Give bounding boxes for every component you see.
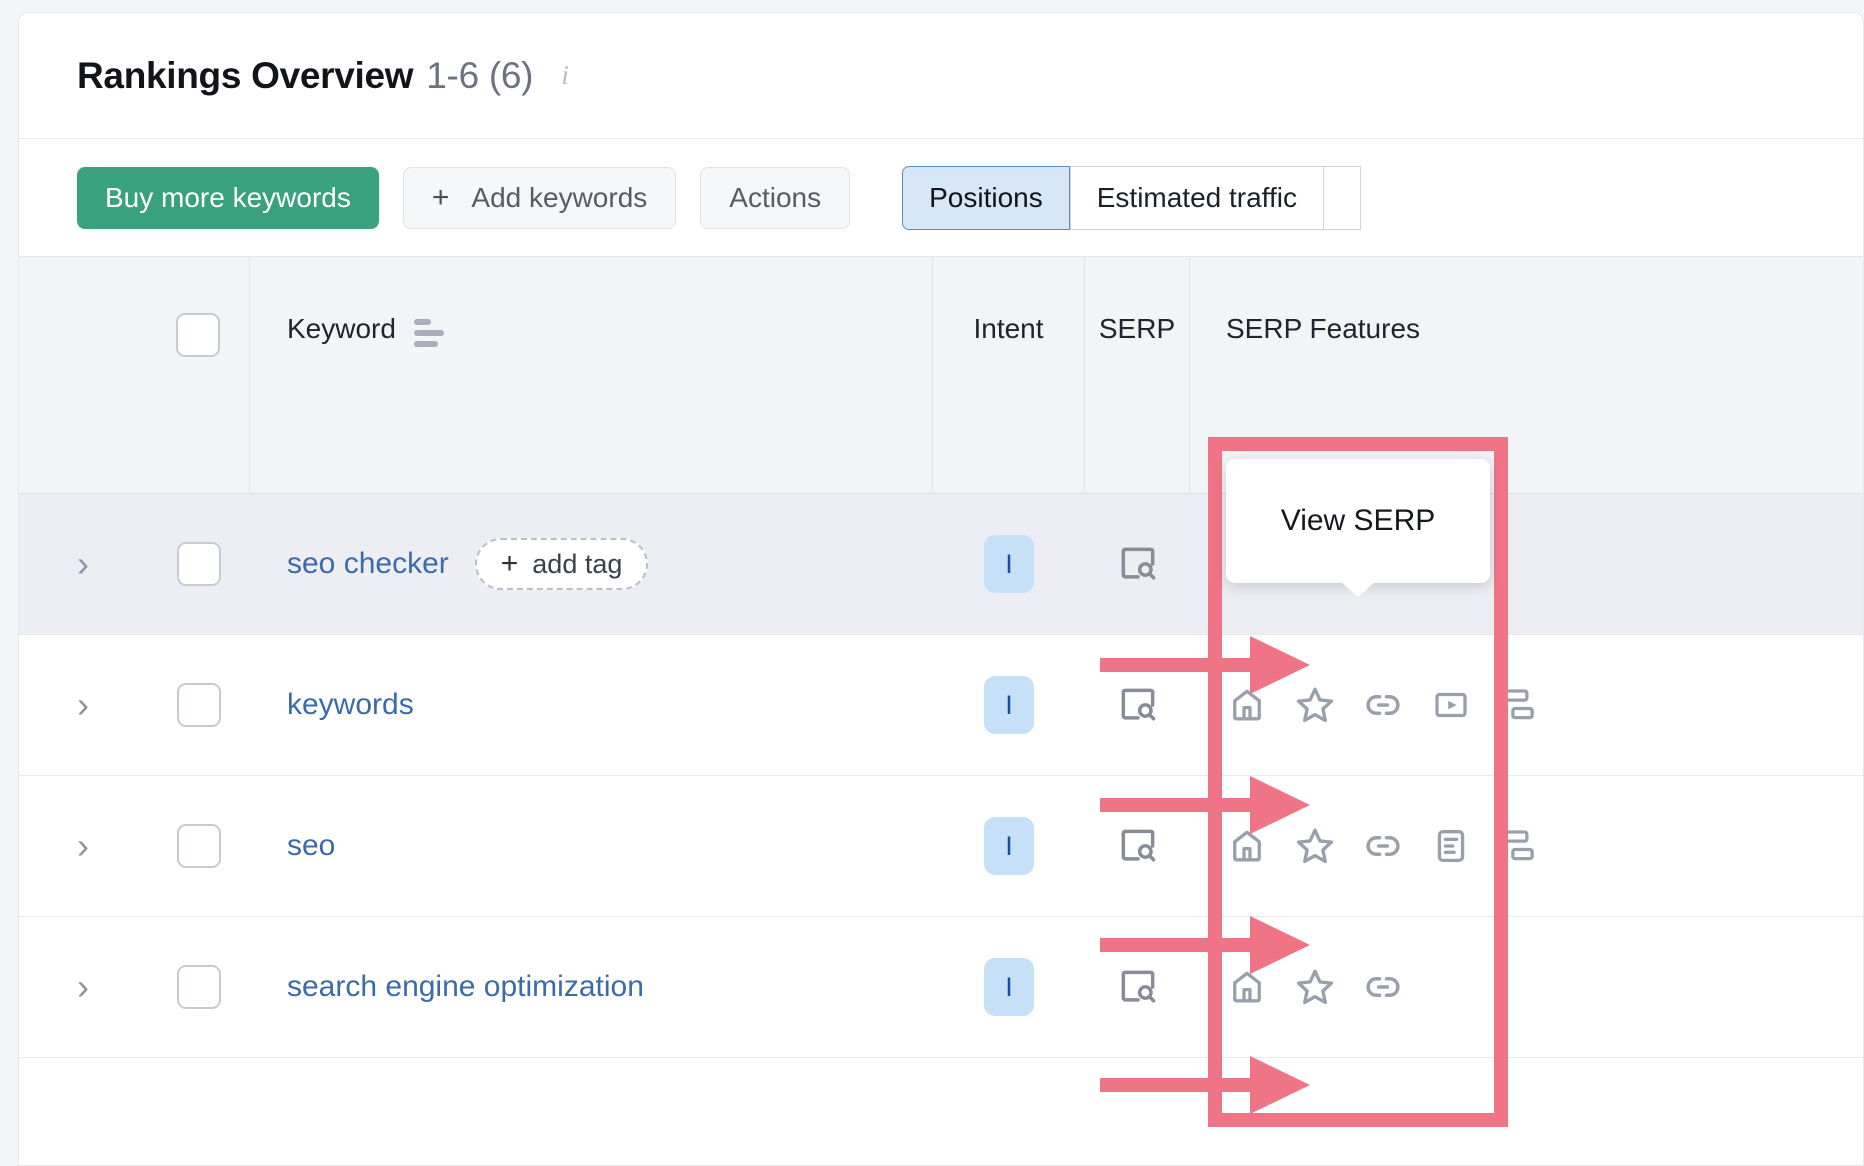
row-checkbox-cell [147,494,250,634]
th-serp-features[interactable]: SERP Features [1190,257,1690,493]
row-checkbox-cell [147,635,250,775]
knowledge-panel-icon[interactable] [1226,825,1268,867]
keyword-link[interactable]: keywords [287,688,414,722]
card-header: Rankings Overview 1-6 (6) i [19,13,1863,139]
row-intent-cell: I [933,776,1085,916]
row-checkbox[interactable] [176,542,221,586]
serp-preview-icon[interactable] [1116,683,1160,727]
rankings-overview-card: Rankings Overview 1-6 (6) i Buy more key… [18,12,1864,1166]
th-keyword[interactable]: Keyword [250,257,933,493]
row-expander-cell: › [19,635,147,775]
page-title-count: 1-6 (6) [426,54,534,96]
actions-button[interactable]: Actions [700,166,851,229]
serp-preview-icon[interactable] [1116,824,1160,868]
row-checkbox[interactable] [176,683,221,727]
row-expander-cell: › [19,776,147,916]
row-checkbox-cell [147,917,250,1057]
add-keywords-label: Add keywords [471,181,648,213]
row-serp-features-cell [1190,776,1863,916]
keyword-link[interactable]: seo [287,829,335,863]
link-icon[interactable] [1362,684,1404,726]
row-keyword-cell: seo checker + add tag [250,494,933,634]
row-serp-cell [1085,635,1190,775]
view-serp-tooltip: View SERP [1226,459,1490,583]
row-checkbox[interactable] [176,965,221,1009]
chevron-right-icon[interactable]: › [73,828,93,864]
table-body: › seo checker + add tag I › keywords I ›… [19,494,1863,1058]
th-keyword-label: Keyword [287,313,396,344]
chevron-right-icon[interactable]: › [73,546,93,582]
knowledge-panel-icon[interactable] [1226,684,1268,726]
table-row[interactable]: › seo I [19,776,1863,917]
image-pack-icon[interactable] [1430,825,1472,867]
select-all-checkbox[interactable] [176,313,220,357]
th-expander [19,257,147,493]
th-intent[interactable]: Intent [933,257,1085,493]
row-serp-cell [1085,776,1190,916]
serp-preview-icon[interactable] [1116,965,1160,1009]
row-expander-cell: › [19,917,147,1057]
row-serp-cell [1085,917,1190,1057]
add-keywords-button[interactable]: + Add keywords [402,166,677,229]
row-checkbox-cell [147,776,250,916]
sitelinks-icon[interactable] [1498,825,1540,867]
intent-badge[interactable]: I [984,535,1034,593]
plus-icon: + [431,180,450,214]
row-keyword-cell: seo [250,776,933,916]
sitelinks-icon[interactable] [1498,684,1540,726]
table-row[interactable]: › search engine optimization I [19,917,1863,1058]
intent-badge[interactable]: I [984,676,1034,734]
row-intent-cell: I [933,917,1085,1057]
page-title: Rankings Overview [77,54,414,96]
row-checkbox[interactable] [176,824,221,868]
row-expander-cell: › [19,494,147,634]
video-icon[interactable] [1430,684,1472,726]
intent-badge[interactable]: I [984,817,1034,875]
row-serp-features-cell [1190,917,1863,1057]
row-serp-features-cell [1190,635,1863,775]
intent-badge[interactable]: I [984,958,1034,1016]
link-icon[interactable] [1362,825,1404,867]
chevron-right-icon[interactable]: › [73,687,93,723]
star-icon[interactable] [1294,684,1336,726]
th-serp[interactable]: SERP [1085,257,1190,493]
toolbar: Buy more keywords + Add keywords Actions… [19,139,1863,256]
buy-more-keywords-button[interactable]: Buy more keywords [77,166,379,229]
star-icon[interactable] [1294,825,1336,867]
info-icon[interactable]: i [555,60,575,90]
sort-icon[interactable] [413,313,444,347]
th-select-all [147,257,250,493]
row-intent-cell: I [933,635,1085,775]
tab-estimated-traffic[interactable]: Estimated traffic [1069,165,1323,230]
row-serp-cell [1085,494,1190,634]
serp-preview-icon[interactable] [1116,542,1160,586]
star-icon[interactable] [1294,966,1336,1008]
knowledge-panel-icon[interactable] [1226,966,1268,1008]
table-header-row: Keyword Intent SERP SERP Features [19,256,1863,494]
tab-overflow[interactable] [1322,165,1361,230]
link-icon[interactable] [1362,966,1404,1008]
screenshot-root: Rankings Overview 1-6 (6) i Buy more key… [0,0,1864,1166]
chevron-right-icon[interactable]: › [73,969,93,1005]
tab-positions[interactable]: Positions [902,165,1070,230]
add-tag-button[interactable]: + add tag [474,538,649,590]
view-mode-segmented-control: Positions Estimated traffic [902,165,1361,230]
plus-icon: + [500,547,519,580]
table-row[interactable]: › keywords I [19,635,1863,776]
row-intent-cell: I [933,494,1085,634]
keyword-link[interactable]: search engine optimization [287,970,644,1004]
row-keyword-cell: search engine optimization [250,917,933,1057]
row-keyword-cell: keywords [250,635,933,775]
table-row[interactable]: › seo checker + add tag I [19,494,1863,635]
keyword-link[interactable]: seo checker [287,547,449,581]
add-tag-label: add tag [532,548,623,579]
